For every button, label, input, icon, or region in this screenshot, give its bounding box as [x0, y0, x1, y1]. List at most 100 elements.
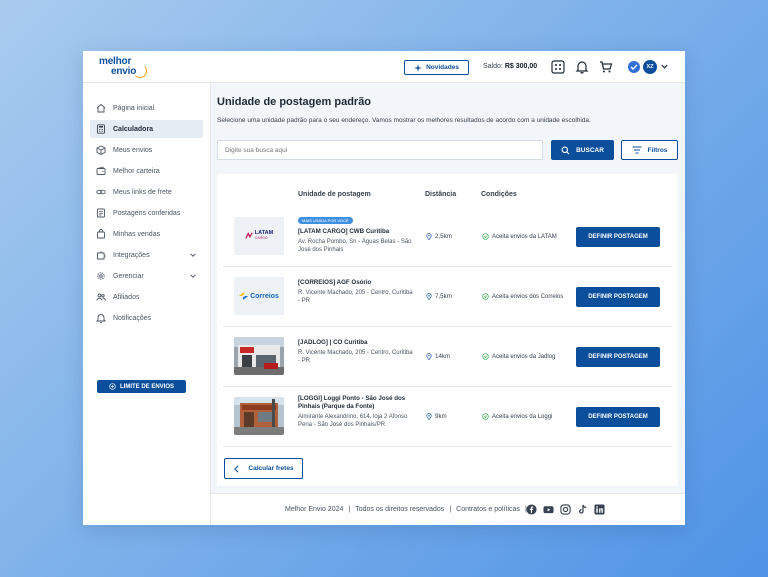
check-circle-icon	[482, 293, 489, 300]
correios-logo-text: Correios	[250, 292, 279, 300]
storefront-photo	[234, 397, 284, 435]
sidebar-item-label: Página inicial	[113, 104, 155, 112]
loggi-store-photo	[234, 397, 284, 435]
define-posting-button[interactable]: DEFINIR POSTAGEM	[576, 227, 660, 247]
sidebar-item-calculator[interactable]: Calculadora	[90, 120, 203, 138]
condition-text: Aceita envios da Jadlog	[492, 353, 556, 360]
logo-swoosh	[133, 64, 147, 78]
unit-address: Almirante Alexandrino, 614, loja 2 Afons…	[298, 414, 408, 428]
column-header-unit: Unidade de postagem	[298, 191, 371, 198]
filters-button[interactable]: Filtros	[621, 140, 678, 160]
wallet-icon	[96, 166, 106, 175]
sidebar-item-label: Melhor carteira	[113, 167, 160, 175]
latam-mark	[245, 232, 253, 239]
sidebar-item-label: Integrações	[113, 251, 150, 259]
sidebar-item-manage[interactable]: Gerenciar	[90, 267, 203, 285]
check-circle-icon	[482, 233, 489, 240]
condition-text: Aceita envios da Loggi	[492, 413, 553, 420]
sidebar-item-links[interactable]: Meus links de frete	[90, 183, 203, 201]
most-used-badge: MAIS USADA POR VOCÊ	[298, 217, 353, 224]
avatar[interactable]: XZ	[643, 60, 657, 74]
distance-value: 7,5km	[435, 293, 452, 300]
checklist-icon	[97, 208, 105, 218]
verified-icon	[628, 61, 640, 73]
youtube-icon[interactable]	[543, 504, 554, 515]
page-subtitle: Selecione uma unidade padrão para o seu …	[217, 117, 591, 124]
column-header-distance: Distância	[425, 191, 457, 198]
sidebar-item-label: Meus links de frete	[113, 188, 172, 196]
column-header-conditions: Condições	[481, 191, 517, 198]
sidebar-item-notifications[interactable]: Notificações	[90, 309, 203, 327]
footer-copyright: Melhor Envio 2024	[285, 506, 344, 513]
sidebar-item-label: Postagens conferidas	[113, 209, 181, 217]
sidebar-item-home[interactable]: Página inicial	[90, 99, 203, 117]
bell-icon[interactable]	[575, 60, 589, 74]
filters-label: Filtros	[647, 146, 668, 154]
sidebar-item-sales[interactable]: Minhas vendas	[90, 225, 203, 243]
facebook-icon[interactable]	[526, 504, 537, 515]
storefront-photo	[234, 337, 284, 375]
distance-value: 9km	[435, 413, 447, 420]
news-label: Novidades	[426, 64, 459, 71]
page-title: Unidade de postagem padrão	[217, 96, 372, 108]
sidebar: Página inicial Calculadora Meus envios M…	[83, 83, 211, 525]
melhor-envio-logo[interactable]: melhor envio	[99, 56, 147, 78]
table-row: Correios [CORREIOS] AGF Osório R. Vicent…	[223, 267, 672, 327]
calculate-freight-button[interactable]: Calcular fretes	[224, 458, 303, 479]
bag-icon	[97, 229, 105, 239]
chevron-down-icon[interactable]	[660, 62, 669, 71]
chevron-down-icon	[190, 253, 196, 257]
balance: Saldo: R$ 300,00	[483, 63, 537, 70]
sidebar-item-label: Gerenciar	[113, 272, 144, 280]
search-input[interactable]	[217, 140, 543, 160]
footer-policies-link[interactable]: Contratos e políticas	[456, 506, 520, 513]
jadlog-store-photo	[234, 337, 284, 375]
shipping-limit-button[interactable]: LIMITE DE ENVIOS	[97, 380, 186, 393]
search-button[interactable]: BUSCAR	[551, 140, 614, 160]
apps-grid-icon[interactable]	[551, 60, 565, 74]
sidebar-item-label: Minhas vendas	[113, 230, 161, 238]
unit-condition: Aceita envios da Jadlog	[482, 353, 555, 360]
puzzle-icon	[97, 251, 106, 260]
instagram-icon[interactable]	[560, 504, 571, 515]
sidebar-item-checked-posts[interactable]: Postagens conferidas	[90, 204, 203, 222]
unit-distance: 7,5km	[426, 293, 452, 300]
unit-condition: Aceita envios dos Correios	[482, 293, 563, 300]
linkedin-icon[interactable]	[594, 504, 605, 515]
condition-text: Aceita envios da LATAM	[492, 233, 557, 240]
shipping-limit-label: LIMITE DE ENVIOS	[119, 383, 174, 390]
unit-name: [LATAM CARGO] CWB Curitiba	[298, 228, 390, 235]
posting-units-table: Unidade de postagem Distância Condições …	[217, 174, 678, 486]
footer-rights: Todos os direitos reservados	[355, 506, 445, 513]
balance-value: R$ 300,00	[504, 63, 538, 70]
chevron-down-icon	[190, 274, 196, 278]
sidebar-item-shipments[interactable]: Meus envios	[90, 141, 203, 159]
footer-text: Melhor Envio 2024 | Todos os direitos re…	[285, 506, 527, 513]
sidebar-item-integrations[interactable]: Integrações	[90, 246, 203, 264]
condition-text: Aceita envios dos Correios	[492, 293, 564, 300]
sidebar-item-affiliates[interactable]: Afiliados	[90, 288, 203, 306]
unit-address: Av. Rocha Pombo, Sn - Águas Belas - São …	[298, 239, 412, 253]
check-circle-icon	[482, 353, 489, 360]
location-pin-icon	[426, 233, 432, 240]
news-button[interactable]: Novidades	[404, 60, 469, 75]
table-row: LATAM CARGO MAIS USADA POR VOCÊ [LATAM C…	[223, 207, 672, 267]
sidebar-item-label: Meus envios	[113, 146, 153, 154]
latam-logo: LATAM CARGO	[234, 217, 284, 255]
sparkle-icon	[414, 63, 423, 72]
table-row: [JADLOG] | CO Curitiba R. Vicente Machad…	[223, 327, 672, 387]
define-posting-button[interactable]: DEFINIR POSTAGEM	[576, 287, 660, 307]
search-button-label: BUSCAR	[576, 146, 604, 154]
users-icon	[96, 293, 106, 301]
cart-icon[interactable]	[599, 60, 613, 74]
define-posting-button[interactable]: DEFINIR POSTAGEM	[576, 407, 660, 427]
location-pin-icon	[426, 413, 432, 420]
table-row: [LOGGI] Loggi Ponto - São José dos Pinha…	[223, 387, 672, 447]
sidebar-item-wallet[interactable]: Melhor carteira	[90, 162, 203, 180]
unit-name: [LOGGI] Loggi Ponto - São José dos Pinha…	[298, 395, 406, 410]
tiktok-icon[interactable]	[577, 504, 588, 515]
define-posting-button[interactable]: DEFINIR POSTAGEM	[576, 347, 660, 367]
distance-value: 14km	[435, 353, 451, 360]
search-icon	[561, 146, 570, 154]
unit-distance: 14km	[426, 353, 450, 360]
